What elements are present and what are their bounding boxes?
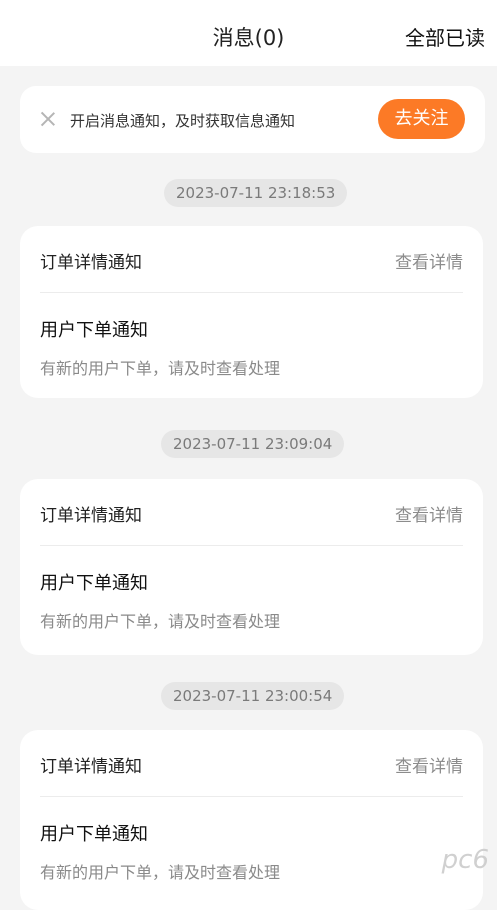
message-card-title: 订单详情通知	[40, 248, 142, 273]
mark-all-read-button[interactable]: 全部已读	[405, 22, 485, 51]
message-card-header: 订单详情通知 查看详情	[40, 730, 463, 797]
close-icon[interactable]	[40, 111, 56, 127]
message-card[interactable]: 订单详情通知 查看详情 用户下单通知 有新的用户下单，请及时查看处理	[20, 479, 483, 655]
view-details-link[interactable]: 查看详情	[395, 501, 463, 526]
message-card[interactable]: 订单详情通知 查看详情 用户下单通知 有新的用户下单，请及时查看处理	[20, 226, 483, 398]
message-timestamp: 2023-07-11 23:00:54	[161, 682, 344, 710]
follow-button[interactable]: 去关注	[378, 99, 465, 139]
watermark-logo: pc6	[442, 845, 489, 875]
top-bar: 消息(0) 全部已读	[0, 0, 497, 66]
message-card-header: 订单详情通知 查看详情	[40, 479, 463, 546]
message-card-title: 订单详情通知	[40, 501, 142, 526]
message-title: 用户下单通知	[40, 569, 148, 595]
message-card-header: 订单详情通知 查看详情	[40, 226, 463, 293]
view-details-link[interactable]: 查看详情	[395, 752, 463, 777]
message-card[interactable]: 订单详情通知 查看详情 用户下单通知 有新的用户下单，请及时查看处理	[20, 730, 483, 910]
notification-prompt-bar: 开启消息通知，及时获取信息通知 去关注	[20, 86, 485, 153]
view-details-link[interactable]: 查看详情	[395, 248, 463, 273]
message-timestamp: 2023-07-11 23:18:53	[164, 179, 347, 207]
message-title: 用户下单通知	[40, 820, 148, 846]
message-body: 有新的用户下单，请及时查看处理	[40, 355, 280, 379]
message-title: 用户下单通知	[40, 316, 148, 342]
message-timestamp: 2023-07-11 23:09:04	[161, 430, 344, 458]
message-card-title: 订单详情通知	[40, 752, 142, 777]
message-body: 有新的用户下单，请及时查看处理	[40, 608, 280, 632]
notification-prompt-text: 开启消息通知，及时获取信息通知	[70, 110, 295, 131]
message-body: 有新的用户下单，请及时查看处理	[40, 859, 280, 883]
